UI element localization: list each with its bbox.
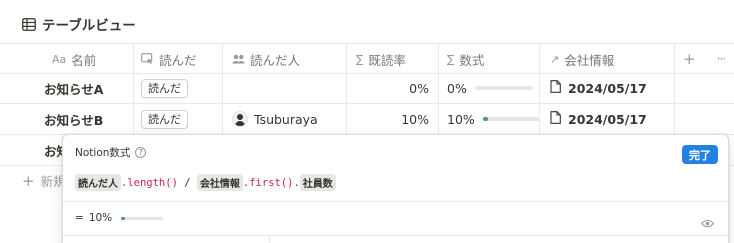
divider bbox=[63, 201, 728, 202]
rate-value: 10% bbox=[401, 111, 429, 127]
company-page-link[interactable]: 2024/05/17 bbox=[568, 81, 647, 96]
formula-function: .length() bbox=[121, 176, 178, 189]
formula-editor-popup: Notion数式 ? 完了 読んだ人 .length() / 会社情報 .fir… bbox=[62, 134, 729, 243]
column-header-label: 会社情報 bbox=[564, 52, 615, 68]
popup-title-label: Notion数式 bbox=[75, 147, 131, 159]
view-title[interactable]: テーブルビュー bbox=[22, 14, 136, 34]
people-icon bbox=[232, 54, 245, 64]
row-rate-cell[interactable]: 0% bbox=[347, 73, 439, 103]
divider bbox=[63, 235, 728, 236]
formula-editor-title: Notion数式 ? bbox=[75, 145, 147, 160]
column-header-actions: + ··· bbox=[675, 44, 734, 74]
page-icon bbox=[550, 111, 561, 127]
add-column-icon[interactable]: + bbox=[683, 50, 696, 68]
row-reader-cell[interactable]: Tsuburaya bbox=[223, 104, 347, 134]
property-token: 会社情報 bbox=[196, 174, 243, 191]
formula-icon: ∑ bbox=[447, 52, 455, 66]
help-icon[interactable]: ? bbox=[135, 147, 147, 158]
column-header-label: 読んだ人 bbox=[250, 52, 301, 68]
column-header-rate[interactable]: ∑ 既読率 bbox=[347, 44, 439, 74]
column-header-reader[interactable]: 読んだ人 bbox=[223, 44, 347, 74]
column-header-read[interactable]: 読んだ bbox=[134, 44, 223, 74]
column-header-label: 読んだ bbox=[159, 52, 197, 68]
view-title-label: テーブルビュー bbox=[42, 18, 136, 34]
property-token: 読んだ人 bbox=[75, 174, 121, 191]
relation-arrow-icon: ↗ bbox=[550, 52, 560, 66]
table-icon bbox=[22, 17, 36, 31]
new-row-button[interactable]: + 新規 bbox=[22, 171, 66, 190]
column-header-label: 既読率 bbox=[368, 52, 406, 68]
column-header-formula[interactable]: ∑ 数式 bbox=[439, 44, 540, 74]
row-empty-cell bbox=[675, 73, 734, 103]
formula-result: = 10% bbox=[75, 212, 164, 224]
row-reader-cell[interactable] bbox=[223, 73, 347, 103]
row-empty-cell bbox=[675, 104, 734, 134]
reader-name: Tsuburaya bbox=[254, 111, 318, 127]
plus-icon: + bbox=[22, 171, 35, 190]
result-prefix: = bbox=[75, 212, 84, 224]
progress-fill bbox=[482, 117, 489, 121]
formula-value: 10% bbox=[447, 111, 475, 127]
column-header-company[interactable]: ↗ 会社情報 bbox=[540, 44, 675, 74]
table-row[interactable]: お知らせB 読んだ Tsuburaya 10% 10% 2024/05/17 bbox=[0, 104, 734, 135]
result-value: 10% bbox=[88, 212, 113, 224]
column-header-name[interactable]: Aa 名前 bbox=[0, 44, 134, 74]
formula-value: 0% bbox=[447, 80, 467, 96]
progress-fill bbox=[121, 216, 126, 220]
read-button[interactable]: 読んだ bbox=[141, 78, 188, 98]
table-row[interactable]: お知らせA 読んだ 0% 0% 2024/05/17 bbox=[0, 73, 734, 104]
formula-progress-bar bbox=[482, 117, 539, 121]
row-name-cell[interactable]: お知らせA bbox=[0, 73, 134, 103]
row-name-cell[interactable]: お知らせB bbox=[0, 104, 134, 134]
rate-value: 0% bbox=[409, 80, 429, 96]
formula-input[interactable]: 読んだ人 .length() / 会社情報 .first(). 社員数 bbox=[75, 174, 336, 191]
row-rate-cell[interactable]: 10% bbox=[347, 104, 439, 134]
formula-operator: / bbox=[177, 176, 197, 189]
result-progress-bar bbox=[121, 216, 164, 220]
more-icon[interactable]: ··· bbox=[717, 52, 727, 66]
row-read-cell: 読んだ bbox=[134, 104, 223, 134]
property-token: 社員数 bbox=[299, 174, 336, 191]
row-name: お知らせA bbox=[44, 81, 104, 97]
row-formula-cell[interactable]: 10% bbox=[439, 104, 540, 134]
row-read-cell: 読んだ bbox=[134, 73, 223, 103]
row-company-cell[interactable]: 2024/05/17 bbox=[540, 73, 675, 103]
row-formula-cell[interactable]: 0% bbox=[439, 73, 540, 103]
avatar bbox=[232, 111, 248, 127]
page-icon bbox=[550, 80, 561, 96]
divider bbox=[269, 235, 270, 243]
table-header: Aa 名前 読んだ 読んだ人 ∑ 既読率 ∑ 数式 ↗ 会社情報 + ··· bbox=[0, 43, 734, 74]
column-header-label: 数式 bbox=[459, 52, 485, 68]
formula-icon: ∑ bbox=[356, 52, 364, 66]
column-header-label: 名前 bbox=[71, 52, 97, 68]
formula-function: .first(). bbox=[242, 176, 300, 189]
row-company-cell[interactable]: 2024/05/17 bbox=[540, 104, 675, 134]
text-property-icon: Aa bbox=[52, 52, 67, 66]
done-button[interactable]: 完了 bbox=[682, 145, 718, 164]
formula-progress-bar bbox=[474, 86, 533, 90]
company-page-link[interactable]: 2024/05/17 bbox=[568, 112, 647, 127]
button-click-icon bbox=[141, 53, 154, 65]
eye-icon[interactable] bbox=[700, 213, 715, 232]
read-button[interactable]: 読んだ bbox=[141, 109, 188, 129]
row-name: お知らせB bbox=[44, 112, 104, 128]
